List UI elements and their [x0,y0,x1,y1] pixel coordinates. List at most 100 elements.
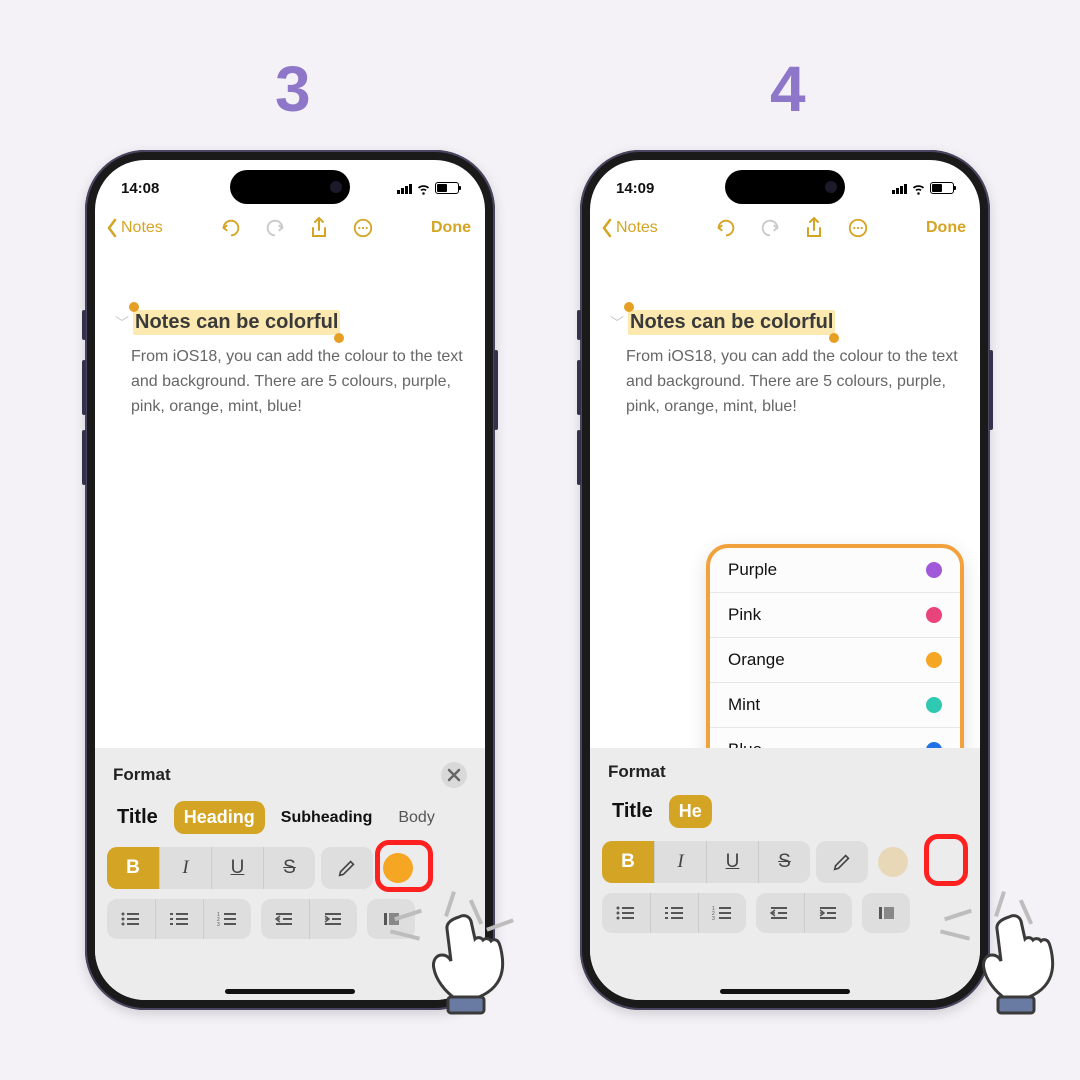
note-content[interactable]: ﹀ Notes can be colorful From iOS18, you … [95,250,485,419]
dashed-list-button[interactable] [155,899,203,939]
tutorial-highlight [924,834,968,886]
redo-icon[interactable] [262,215,288,241]
wifi-icon [911,181,926,196]
highlight-pencil-button[interactable] [321,847,373,889]
note-body-text[interactable]: From iOS18, you can add the colour to th… [610,335,960,419]
chevron-left-icon [600,218,614,238]
redo-icon[interactable] [757,215,783,241]
svg-text:3: 3 [217,922,220,927]
style-body[interactable]: Body [388,803,444,833]
color-popup: Purple Pink Orange Mint Blue [706,544,964,776]
step-number-4: 4 [770,52,806,126]
style-title[interactable]: Title [602,794,663,829]
format-label: Format [608,762,666,782]
color-dot-icon [926,652,942,668]
signal-icon [892,183,907,194]
phone-step-3: 14:08 Notes Done ﹀ [85,150,495,1010]
bulleted-list-button[interactable] [107,899,155,939]
style-heading[interactable]: Heading [174,801,265,834]
tap-gesture-cue [980,905,1080,1035]
note-title-label: Notes can be colorful [135,311,338,333]
color-option-pink[interactable]: Pink [710,592,960,637]
signal-icon [397,183,412,194]
block-quote-button[interactable] [862,893,910,933]
italic-button[interactable]: I [159,847,211,889]
format-panel: Format Title Heading Subheading Body B I… [95,748,485,1000]
indent-button[interactable] [804,893,852,933]
underline-button[interactable]: U [211,847,263,889]
highlight-pencil-button[interactable] [816,841,868,883]
selection-handle-start[interactable] [129,302,139,312]
color-option-orange[interactable]: Orange [710,637,960,682]
undo-icon[interactable] [713,215,739,241]
svg-text:3: 3 [712,916,715,921]
undo-icon[interactable] [218,215,244,241]
nav-back-button[interactable]: Notes [105,218,163,238]
outdent-button[interactable] [261,899,309,939]
nav-bar: Notes Done [590,206,980,250]
chevron-down-icon[interactable]: ﹀ [610,313,624,333]
color-dot-icon [926,697,942,713]
step-number-3: 3 [275,52,311,126]
home-indicator[interactable] [720,989,850,994]
share-icon[interactable] [306,215,332,241]
color-option-purple[interactable]: Purple [710,548,960,592]
color-dot-icon [926,562,942,578]
color-label: Purple [728,560,777,580]
chevron-down-icon[interactable]: ﹀ [115,313,129,333]
done-button[interactable]: Done [431,219,475,237]
more-icon[interactable] [845,215,871,241]
color-label: Pink [728,605,761,625]
bulleted-list-button[interactable] [602,893,650,933]
battery-icon [435,182,459,194]
pencil-icon [336,857,358,879]
style-title[interactable]: Title [107,800,168,835]
note-content[interactable]: ﹀ Notes can be colorful From iOS18, you … [590,250,980,419]
color-swatch-button[interactable] [878,847,908,877]
style-heading[interactable]: He [669,795,712,828]
nav-back-label: Notes [616,219,658,237]
chevron-left-icon [105,218,119,238]
strike-button[interactable]: S [263,847,315,889]
note-body-text[interactable]: From iOS18, you can add the colour to th… [115,335,465,419]
more-icon[interactable] [350,215,376,241]
block-quote-button[interactable] [367,899,415,939]
color-option-mint[interactable]: Mint [710,682,960,727]
phone-step-4: 14:09 Notes Done ﹀ [580,150,990,1010]
note-title-label: Notes can be colorful [630,311,833,333]
format-label: Format [113,765,171,785]
bold-button[interactable]: B [602,841,654,883]
dynamic-island [725,170,845,204]
underline-button[interactable]: U [706,841,758,883]
color-label: Orange [728,650,785,670]
biu-segment: B I U S [107,847,315,889]
pencil-icon [831,851,853,873]
share-icon[interactable] [801,215,827,241]
note-title-text[interactable]: Notes can be colorful [133,310,340,335]
wifi-icon [416,181,431,196]
numbered-list-button[interactable]: 123 [203,899,251,939]
close-format-button[interactable] [441,762,467,788]
tutorial-highlight [375,840,433,892]
outdent-button[interactable] [756,893,804,933]
strike-button[interactable]: S [758,841,810,883]
indent-button[interactable] [309,899,357,939]
biu-segment: B I U S [602,841,810,883]
style-row[interactable]: Title He [602,792,968,841]
dashed-list-button[interactable] [650,893,698,933]
italic-button[interactable]: I [654,841,706,883]
home-indicator[interactable] [225,989,355,994]
nav-back-button[interactable]: Notes [600,218,658,238]
nav-bar: Notes Done [95,206,485,250]
dynamic-island [230,170,350,204]
battery-icon [930,182,954,194]
color-dot-icon [926,607,942,623]
style-subheading[interactable]: Subheading [271,803,383,833]
bold-button[interactable]: B [107,847,159,889]
numbered-list-button[interactable]: 123 [698,893,746,933]
done-button[interactable]: Done [926,219,970,237]
note-title-text[interactable]: Notes can be colorful [628,310,835,335]
nav-back-label: Notes [121,219,163,237]
selection-handle-start[interactable] [624,302,634,312]
color-label: Mint [728,695,760,715]
